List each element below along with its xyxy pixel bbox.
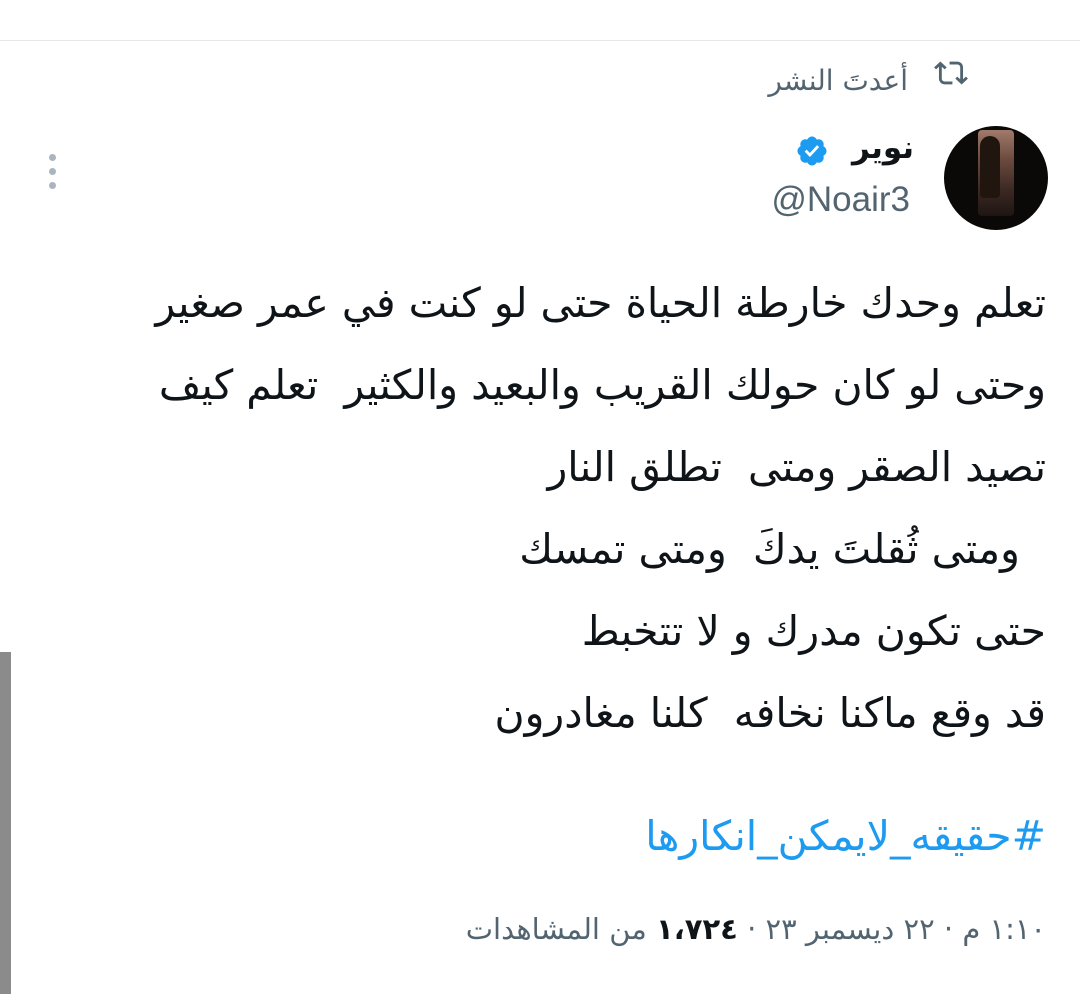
tweet-line: حتى تكون مدرك و لا تتخبط — [581, 607, 1046, 655]
author-display-name[interactable]: نوير — [852, 130, 914, 166]
more-vertical-icon-dot — [49, 182, 56, 189]
views-count[interactable]: ١،٧٢٤ — [656, 912, 738, 946]
tweet-meta: ١:١٠ م · ٢٢ ديسمبر ٢٣ · ١،٧٢٤ من المشاهد… — [466, 912, 1046, 946]
avatar-photo-detail — [980, 136, 1000, 198]
more-vertical-icon — [49, 154, 56, 161]
tweet-line: تعلم وحدك خارطة الحياة حتى لو كنت في عمر… — [155, 279, 1046, 327]
verified-badge-icon — [797, 136, 827, 166]
tweet-line: تصيد الصقر ومتى تطلق النار — [547, 443, 1047, 491]
author-handle[interactable]: @Noair3 — [771, 180, 910, 220]
tweet-line: وحتى لو كان حولك القريب والبعيد والكثير … — [158, 361, 1046, 409]
tweet-date[interactable]: ٢٢ ديسمبر ٢٣ — [766, 912, 935, 946]
tweet-line: قد وقع ماكنا نخافه كلنا مغادرون — [494, 689, 1046, 737]
meta-separator: · — [943, 912, 954, 946]
left-edge-bar — [0, 652, 11, 994]
tweet-line: ومتى ثُقلتَ يدكَ ومتى تمسك — [519, 525, 1046, 573]
retweet-icon — [934, 61, 968, 85]
top-divider — [0, 40, 1080, 41]
meta-separator: · — [747, 912, 757, 946]
retweet-label[interactable]: أعدتَ النشر — [768, 64, 908, 97]
more-options-button[interactable] — [40, 150, 64, 192]
tweet-time[interactable]: ١:١٠ م — [962, 912, 1046, 946]
hashtag-link[interactable]: #حقيقه_لايمكن_انكارها — [645, 808, 1046, 864]
more-vertical-icon-dot — [49, 168, 56, 175]
tweet-text: تعلم وحدك خارطة الحياة حتى لو كنت في عمر… — [86, 262, 1046, 754]
avatar[interactable] — [944, 126, 1048, 230]
views-label: من المشاهدات — [465, 912, 647, 946]
